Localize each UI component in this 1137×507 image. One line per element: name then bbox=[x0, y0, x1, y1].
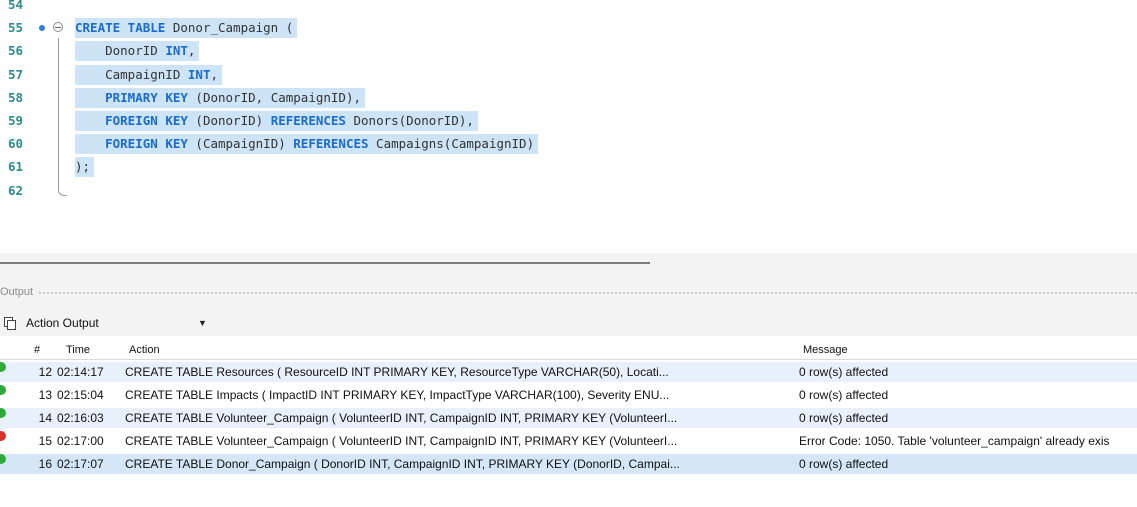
code-line[interactable]: 59 FOREIGN KEY (DonorID) REFERENCES Dono… bbox=[0, 110, 1137, 132]
column-header-action[interactable]: Action bbox=[129, 344, 160, 356]
sql-text: DonorID bbox=[75, 43, 166, 59]
panel-grip[interactable] bbox=[38, 291, 1137, 295]
code-text: CampaignID INT, bbox=[75, 64, 222, 85]
table-row[interactable]: 15 02:17:00 CREATE TABLE Volunteer_Campaig… bbox=[0, 431, 1137, 451]
output-type-select[interactable]: Action Output ▼ bbox=[22, 313, 212, 333]
row-message: Error Code: 1050. Table 'volunteer_campa… bbox=[799, 434, 1110, 448]
panel-splitter[interactable] bbox=[0, 253, 1137, 275]
row-number: 13 bbox=[38, 388, 52, 402]
sql-text: (CampaignID) bbox=[187, 136, 294, 152]
sql-text: Donor_Campaign ( bbox=[165, 20, 294, 36]
line-number: 59 bbox=[8, 113, 24, 128]
line-number: 56 bbox=[8, 43, 24, 59]
fold-collapse-icon[interactable] bbox=[53, 22, 63, 33]
table-row[interactable]: 12 02:14:17 CREATE TABLE Resources ( Resou… bbox=[0, 362, 1137, 382]
sql-keyword: REFERENCES bbox=[293, 136, 369, 152]
row-action: CREATE TABLE Donor_Campaign ( DonorID IN… bbox=[125, 457, 680, 471]
output-panel-title: Output bbox=[0, 286, 34, 298]
sql-text: Campaigns(CampaignID) bbox=[368, 136, 535, 152]
code-line[interactable]: 56 DonorID INT, bbox=[0, 40, 1137, 62]
column-header-time[interactable]: Time bbox=[66, 344, 90, 356]
row-action: CREATE TABLE Volunteer_Campaign ( Volunt… bbox=[125, 411, 678, 425]
row-time: 02:15:04 bbox=[57, 388, 104, 402]
code-text: FOREIGN KEY (DonorID) REFERENCES Donors(… bbox=[75, 111, 478, 131]
row-number: 15 bbox=[38, 434, 52, 448]
sql-text: , bbox=[210, 66, 218, 82]
table-row[interactable]: 14 02:16:03 CREATE TABLE Volunteer_Campaig… bbox=[0, 408, 1137, 428]
success-icon bbox=[0, 454, 6, 464]
copy-icon[interactable] bbox=[4, 317, 16, 330]
sql-keyword: FOREIGN KEY bbox=[105, 113, 188, 128]
row-action: CREATE TABLE Volunteer_Campaign ( Volunt… bbox=[125, 434, 678, 448]
success-icon bbox=[0, 408, 6, 418]
code-text: PRIMARY KEY (DonorID, CampaignID), bbox=[75, 87, 365, 108]
row-time: 02:16:03 bbox=[57, 411, 104, 425]
row-action: CREATE TABLE Resources ( ResourceID INT … bbox=[125, 365, 669, 379]
sql-editor[interactable]: 54 55 CREATE TABLE Donor_Campaign (56 Dono… bbox=[0, 0, 1137, 253]
row-message: 0 row(s) affected bbox=[799, 457, 889, 471]
output-toolbar: Action Output ▼ bbox=[0, 309, 1137, 336]
line-number: 62 bbox=[8, 182, 24, 198]
error-icon bbox=[0, 431, 6, 441]
line-number: 61 bbox=[8, 159, 24, 175]
sql-text: Donors(DonorID), bbox=[345, 113, 474, 128]
row-number: 16 bbox=[38, 457, 52, 471]
row-number: 14 bbox=[38, 411, 52, 425]
line-number: 57 bbox=[8, 66, 24, 82]
sql-keyword: INT bbox=[165, 43, 188, 59]
code-text: ); bbox=[75, 157, 95, 178]
row-number: 12 bbox=[38, 365, 52, 379]
row-time: 02:14:17 bbox=[57, 365, 104, 379]
code-text: FOREIGN KEY (CampaignID) REFERENCES Camp… bbox=[75, 134, 539, 155]
statement-marker-icon bbox=[39, 25, 45, 32]
chevron-down-icon: ▼ bbox=[198, 318, 207, 328]
row-message: 0 row(s) affected bbox=[799, 365, 889, 379]
sql-text: CampaignID bbox=[75, 66, 188, 82]
sql-text: ); bbox=[75, 159, 91, 175]
line-number: 54 bbox=[8, 0, 24, 12]
row-action: CREATE TABLE Impacts ( ImpactID INT PRIM… bbox=[125, 388, 670, 402]
code-line[interactable]: 60 FOREIGN KEY (CampaignID) REFERENCES C… bbox=[0, 133, 1137, 155]
table-row[interactable]: 13 02:15:04 CREATE TABLE Impacts ( ImpactI… bbox=[0, 385, 1137, 405]
sql-text: (DonorID, CampaignID), bbox=[187, 89, 361, 105]
splitter-handle[interactable] bbox=[0, 262, 650, 264]
fold-guide-end bbox=[58, 187, 67, 196]
sql-keyword: CREATE TABLE bbox=[75, 20, 166, 36]
code-text: CREATE TABLE Donor_Campaign ( bbox=[75, 18, 298, 39]
line-number: 55 bbox=[8, 20, 24, 36]
code-line[interactable]: 58 PRIMARY KEY (DonorID, CampaignID), bbox=[0, 87, 1137, 109]
success-icon bbox=[0, 362, 6, 372]
output-type-value: Action Output bbox=[26, 316, 99, 330]
fold-guide bbox=[58, 38, 59, 188]
code-line[interactable]: 55 CREATE TABLE Donor_Campaign ( bbox=[0, 17, 1137, 39]
code-line[interactable]: 57 CampaignID INT, bbox=[0, 64, 1137, 86]
row-time: 02:17:00 bbox=[57, 434, 104, 448]
code-line[interactable]: 54 bbox=[0, 0, 1137, 16]
row-time: 02:17:07 bbox=[57, 457, 104, 471]
action-output-grid[interactable]: # Time Action Message 12 02:14:17 CREATE T… bbox=[0, 340, 1137, 507]
sql-text: , bbox=[187, 43, 196, 59]
code-line[interactable]: 62 bbox=[0, 180, 1137, 202]
line-number: 60 bbox=[8, 136, 24, 152]
sql-keyword: FOREIGN KEY bbox=[105, 136, 188, 152]
line-number: 58 bbox=[8, 89, 24, 105]
table-row[interactable]: 16 02:17:07 CREATE TABLE Donor_Campaign ( … bbox=[0, 454, 1137, 474]
output-panel-header: Output bbox=[0, 275, 1137, 309]
grid-header: # Time Action Message bbox=[0, 340, 1137, 360]
sql-keyword: INT bbox=[187, 66, 211, 82]
sql-keyword: REFERENCES bbox=[270, 113, 346, 128]
row-message: 0 row(s) affected bbox=[799, 388, 889, 402]
success-icon bbox=[0, 385, 6, 395]
code-text: DonorID INT, bbox=[75, 41, 200, 62]
code-line[interactable]: 61); bbox=[0, 156, 1137, 178]
sql-keyword: PRIMARY KEY bbox=[105, 89, 188, 105]
column-header-num[interactable]: # bbox=[34, 344, 40, 356]
sql-text: (DonorID) bbox=[187, 113, 271, 128]
row-message: 0 row(s) affected bbox=[799, 411, 889, 425]
column-header-message[interactable]: Message bbox=[803, 344, 848, 356]
